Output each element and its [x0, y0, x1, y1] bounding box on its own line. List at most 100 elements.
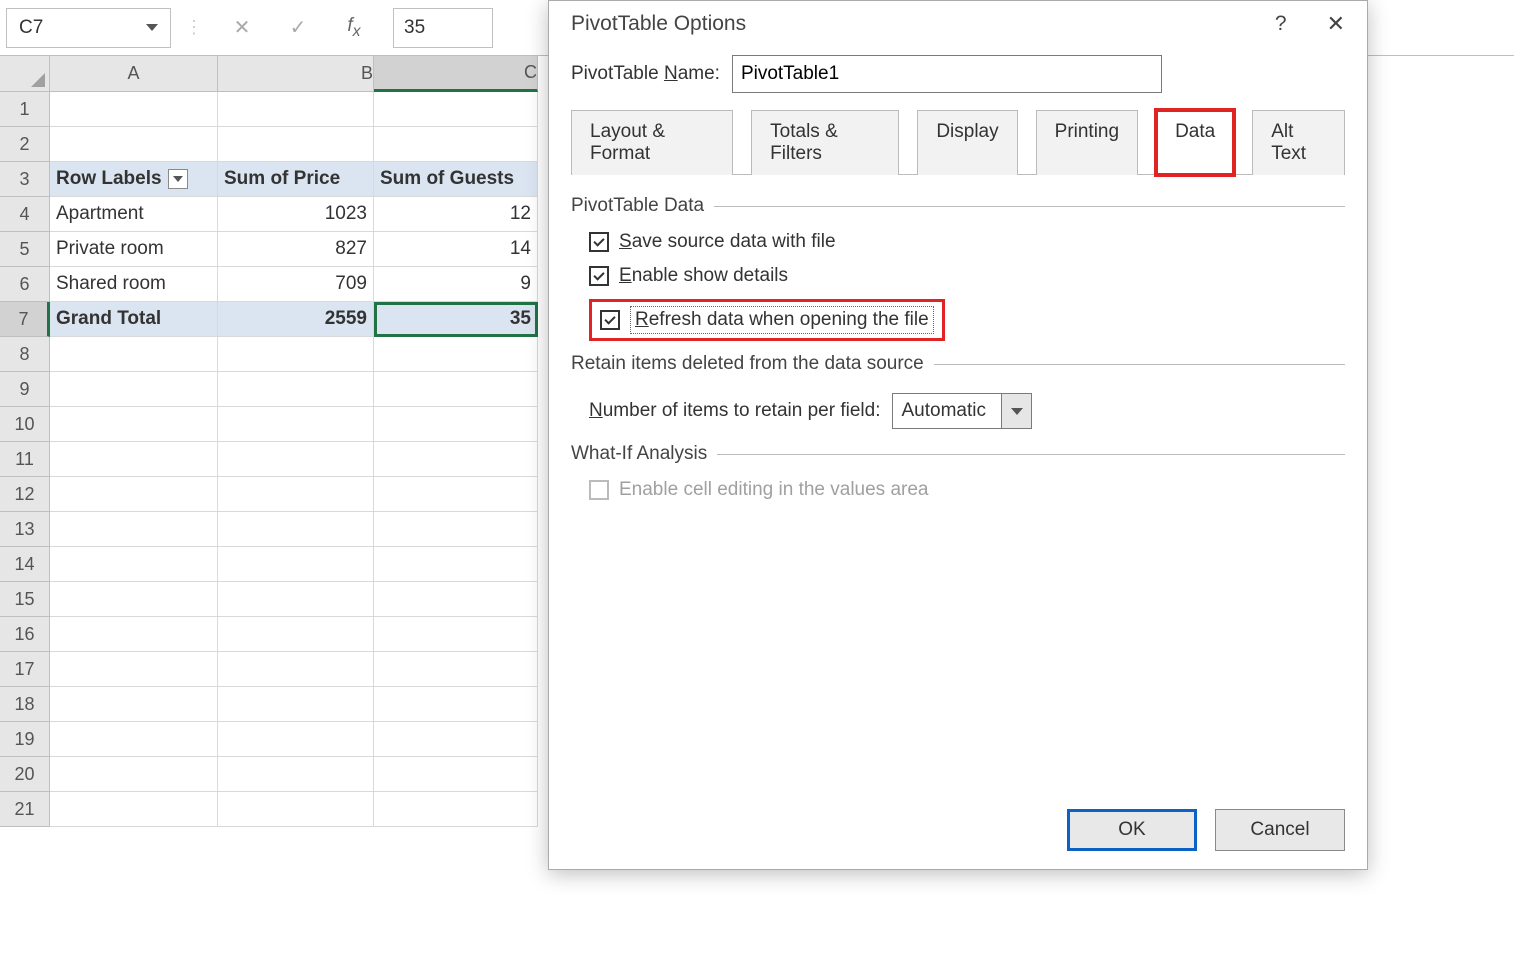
row-header[interactable]: 6	[0, 267, 50, 302]
row-header[interactable]: 21	[0, 792, 50, 827]
row-header[interactable]: 16	[0, 617, 50, 652]
row-header[interactable]: 17	[0, 652, 50, 687]
cell[interactable]	[50, 722, 218, 757]
row-header[interactable]: 19	[0, 722, 50, 757]
select-all-corner[interactable]	[0, 56, 50, 92]
sum-guests-header[interactable]: Sum of Guests	[374, 162, 538, 197]
tab-display[interactable]: Display	[917, 110, 1017, 175]
row-header[interactable]: 4	[0, 197, 50, 232]
cell[interactable]	[50, 127, 218, 162]
cell[interactable]	[374, 407, 538, 442]
tab-printing[interactable]: Printing	[1036, 110, 1138, 175]
cell[interactable]	[50, 407, 218, 442]
cell[interactable]: Grand Total	[50, 302, 218, 337]
cell[interactable]: 35	[374, 302, 538, 337]
row-header[interactable]: 8	[0, 337, 50, 372]
cell[interactable]	[218, 127, 374, 162]
filter-button[interactable]	[168, 169, 188, 189]
formula-input[interactable]: 35	[393, 8, 493, 48]
refresh-on-open-checkbox[interactable]: Refresh data when opening the file	[589, 299, 945, 341]
row-header[interactable]: 12	[0, 477, 50, 512]
cell[interactable]: 14	[374, 232, 538, 267]
cell[interactable]	[374, 92, 538, 127]
row-header[interactable]: 13	[0, 512, 50, 547]
row-header[interactable]: 7	[0, 302, 50, 337]
tab-data[interactable]: Data	[1156, 110, 1234, 175]
cell[interactable]	[50, 652, 218, 687]
row-header[interactable]: 14	[0, 547, 50, 582]
cell[interactable]	[374, 722, 538, 757]
cell[interactable]	[374, 757, 538, 792]
insert-function-button[interactable]: fx	[329, 8, 379, 48]
cell[interactable]	[50, 547, 218, 582]
cell[interactable]	[218, 407, 374, 442]
cancel-entry-button[interactable]: ✕	[217, 8, 267, 48]
row-header[interactable]: 1	[0, 92, 50, 127]
cell[interactable]	[374, 127, 538, 162]
cell[interactable]	[50, 792, 218, 827]
cell[interactable]: Apartment	[50, 197, 218, 232]
save-source-data-checkbox[interactable]: Save source data with file	[589, 231, 1345, 253]
cell[interactable]	[218, 92, 374, 127]
tab-layout-format[interactable]: Layout & Format	[571, 110, 733, 175]
cell[interactable]	[218, 372, 374, 407]
cell[interactable]	[50, 617, 218, 652]
row-header[interactable]: 10	[0, 407, 50, 442]
cell[interactable]: 12	[374, 197, 538, 232]
cell[interactable]	[218, 477, 374, 512]
retain-items-select[interactable]: Automatic	[892, 393, 1032, 429]
cell[interactable]	[218, 757, 374, 792]
cell[interactable]	[50, 92, 218, 127]
row-labels-header[interactable]: Row Labels	[50, 162, 218, 197]
column-header[interactable]: A	[50, 56, 218, 92]
cell[interactable]: 1023	[218, 197, 374, 232]
cell[interactable]: Shared room	[50, 267, 218, 302]
cell[interactable]	[218, 792, 374, 827]
cell[interactable]	[374, 512, 538, 547]
cell[interactable]	[218, 617, 374, 652]
cell[interactable]	[50, 442, 218, 477]
cell[interactable]	[218, 512, 374, 547]
cell[interactable]	[50, 337, 218, 372]
cell[interactable]	[218, 442, 374, 477]
confirm-entry-button[interactable]: ✓	[273, 8, 323, 48]
column-header[interactable]: C	[374, 56, 538, 92]
cell[interactable]	[218, 582, 374, 617]
row-header[interactable]: 20	[0, 757, 50, 792]
close-icon[interactable]: ✕	[1327, 11, 1345, 37]
cell[interactable]: 827	[218, 232, 374, 267]
cell[interactable]	[374, 792, 538, 827]
sum-price-header[interactable]: Sum of Price	[218, 162, 374, 197]
name-box[interactable]: C7	[6, 8, 171, 48]
cell[interactable]	[374, 337, 538, 372]
cell[interactable]: 2559	[218, 302, 374, 337]
help-button[interactable]: ?	[1275, 12, 1287, 36]
cell[interactable]: 709	[218, 267, 374, 302]
cell[interactable]	[374, 687, 538, 722]
cell[interactable]	[374, 617, 538, 652]
ok-button[interactable]: OK	[1067, 809, 1197, 851]
cell[interactable]	[218, 687, 374, 722]
cell[interactable]	[50, 372, 218, 407]
row-header[interactable]: 3	[0, 162, 50, 197]
enable-show-details-checkbox[interactable]: Enable show details	[589, 265, 1345, 287]
cell[interactable]: Private room	[50, 232, 218, 267]
cell[interactable]	[50, 582, 218, 617]
tab-totals-filters[interactable]: Totals & Filters	[751, 110, 899, 175]
cell[interactable]	[374, 477, 538, 512]
cancel-button[interactable]: Cancel	[1215, 809, 1345, 851]
cell[interactable]	[374, 582, 538, 617]
row-header[interactable]: 2	[0, 127, 50, 162]
cell[interactable]	[374, 442, 538, 477]
column-header[interactable]: B	[218, 56, 374, 92]
row-header[interactable]: 11	[0, 442, 50, 477]
cell[interactable]	[374, 652, 538, 687]
row-header[interactable]: 15	[0, 582, 50, 617]
cell[interactable]	[50, 477, 218, 512]
cell[interactable]	[218, 722, 374, 757]
cell[interactable]	[374, 547, 538, 582]
cell[interactable]	[50, 687, 218, 722]
cell[interactable]	[50, 512, 218, 547]
cell[interactable]	[50, 757, 218, 792]
cell[interactable]	[374, 372, 538, 407]
